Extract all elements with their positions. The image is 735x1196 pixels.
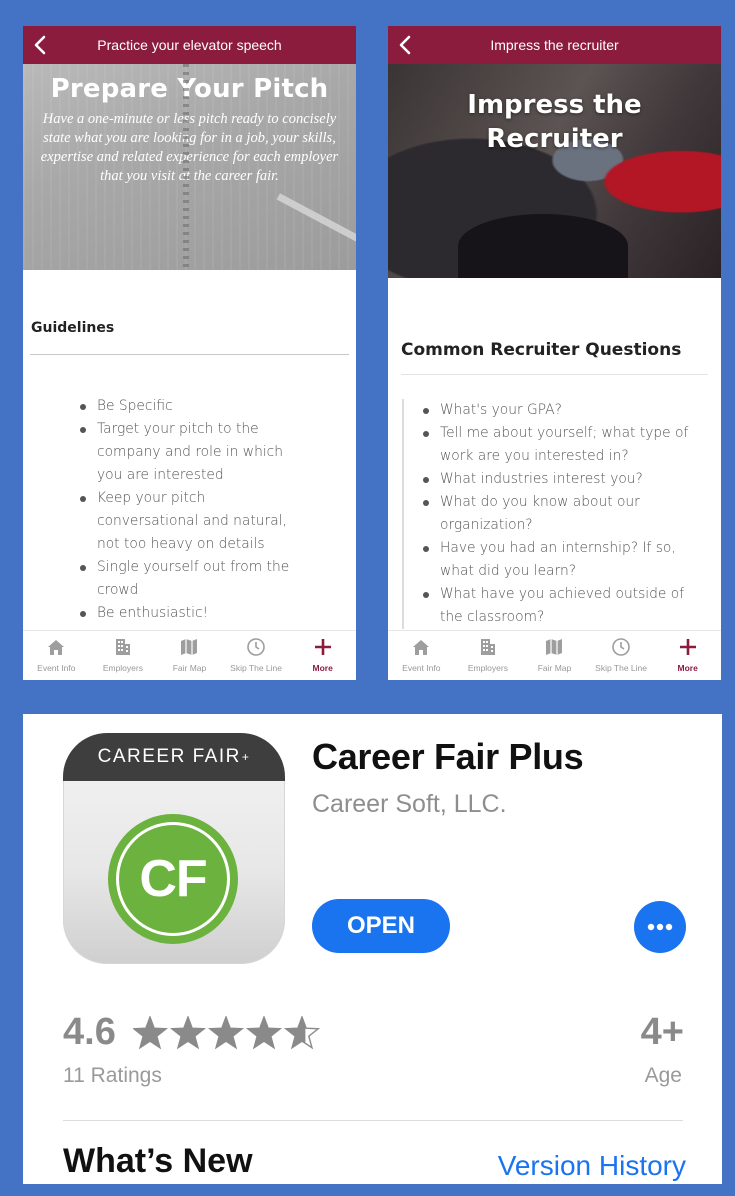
tab-label: Skip The Line [595, 663, 647, 673]
section-heading-guidelines: Guidelines [31, 320, 115, 336]
whats-new-heading: What’s New [63, 1142, 253, 1180]
tab-label: More [312, 663, 333, 673]
app-store-listing: CAREER FAIR + CF Career Fair Plus Career … [23, 714, 722, 1184]
list-item: What have you achieved outside of the cl… [420, 583, 700, 629]
list-item: Keep your pitch conversational and natur… [77, 487, 307, 556]
list-item: What industries interest you? [420, 468, 700, 491]
app-icon-band-plus: + [241, 750, 251, 764]
tab-employers[interactable]: Employers [455, 631, 522, 680]
tab-fair-map[interactable]: Fair Map [521, 631, 588, 680]
age-label: Age [644, 1064, 682, 1087]
tab-event-info[interactable]: Event Info [23, 631, 90, 680]
tab-skip-the-line[interactable]: Skip The Line [223, 631, 290, 680]
developer-link[interactable]: Career Soft, LLC. [312, 790, 507, 819]
star-fill [171, 1017, 205, 1048]
cf-monogram: CF [116, 822, 230, 936]
building-icon [480, 639, 495, 655]
guidelines-list: Be Specific Target your pitch to the com… [77, 395, 307, 625]
divider [401, 374, 708, 375]
tab-label: More [677, 663, 698, 673]
tab-label: Skip The Line [230, 663, 282, 673]
tab-label: Event Info [402, 663, 441, 673]
star-fill [247, 1017, 281, 1048]
home-icon [413, 640, 430, 655]
clock-icon [612, 638, 630, 656]
tab-label: Employers [102, 663, 143, 673]
age-rating: 4+ [640, 1011, 684, 1053]
divider [63, 1120, 683, 1121]
map-icon [546, 639, 563, 655]
tab-label: Employers [467, 663, 508, 673]
map-icon [181, 639, 198, 655]
list-item: Target your pitch to the company and rol… [77, 418, 307, 487]
tab-event-info[interactable]: Event Info [388, 631, 455, 680]
tab-bar: Event Info Employers Fair Map Skip The L… [23, 630, 356, 680]
back-chevron-icon[interactable] [31, 34, 51, 56]
tab-bar: Event Info Employers Fair Map Skip The L… [388, 630, 721, 680]
tab-employers[interactable]: Employers [90, 631, 157, 680]
hero-title: Prepare Your Pitch [50, 74, 329, 104]
screen-impress-recruiter: Impress the recruiter Impress the Recrui… [388, 26, 721, 680]
tab-label: Event Info [37, 663, 76, 673]
section-heading-common-questions: Common Recruiter Questions [401, 340, 682, 360]
more-options-button[interactable] [634, 901, 686, 953]
questions-list: What's your GPA? Tell me about yourself;… [420, 399, 700, 629]
list-item: Single yourself out from the crowd [77, 556, 307, 602]
notebook-spiral [183, 64, 189, 270]
hero-image-interview: Impress the Recruiter [388, 64, 721, 278]
building-icon [115, 639, 130, 655]
questions-block: What's your GPA? Tell me about yourself;… [402, 399, 720, 629]
nav-bar: Practice your elevator speech [23, 26, 356, 64]
ratings-count: 11 Ratings [63, 1064, 162, 1087]
app-icon-band-text: CAREER FAIR [97, 746, 241, 767]
tab-skip-the-line[interactable]: Skip The Line [588, 631, 655, 680]
home-icon [48, 640, 65, 655]
table-graphic [458, 214, 628, 278]
plus-icon [679, 639, 696, 655]
ellipsis-icon [647, 923, 673, 931]
star-rating-icon [133, 1016, 321, 1050]
hero-image-notebook: Prepare Your Pitch Have a one-minute or … [23, 64, 356, 270]
version-history-link[interactable]: Version History [498, 1150, 686, 1182]
clock-icon [247, 638, 265, 656]
back-chevron-icon[interactable] [396, 34, 416, 56]
tab-more[interactable]: More [654, 631, 721, 680]
list-item: Have you had an internship? If so, what … [420, 537, 700, 583]
nav-bar: Impress the recruiter [388, 26, 721, 64]
hero-title: Impress the Recruiter [467, 90, 642, 154]
tab-label: Fair Map [537, 663, 572, 673]
divider [30, 354, 349, 355]
list-item: What do you know about our organization? [420, 491, 700, 537]
tab-fair-map[interactable]: Fair Map [156, 631, 223, 680]
pencil-graphic [276, 193, 356, 242]
tab-more[interactable]: More [289, 631, 356, 680]
star-fill [209, 1017, 243, 1048]
cf-logo-ring: CF [108, 814, 238, 944]
star-fill [133, 1017, 167, 1048]
plus-icon [314, 639, 331, 655]
app-name: Career Fair Plus [312, 736, 584, 777]
tab-label: Fair Map [172, 663, 207, 673]
list-item: Tell me about yourself; what type of wor… [420, 422, 700, 468]
open-button[interactable]: OPEN [312, 899, 450, 953]
nav-title: Practice your elevator speech [97, 37, 282, 53]
screen-elevator-speech: Practice your elevator speech Prepare Yo… [23, 26, 356, 680]
app-icon: CAREER FAIR + CF [63, 733, 285, 964]
nav-title: Impress the recruiter [490, 37, 619, 53]
list-item: What's your GPA? [420, 399, 700, 422]
list-item: Be enthusiastic! [77, 602, 307, 625]
hero-text: Have a one-minute or less pitch ready to… [40, 111, 339, 184]
rating-value: 4.6 [63, 1011, 116, 1053]
app-icon-band: CAREER FAIR + [63, 733, 285, 781]
list-item: Be Specific [77, 395, 307, 418]
